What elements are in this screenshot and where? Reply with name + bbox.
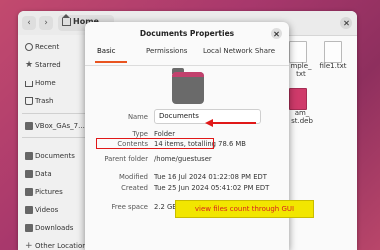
annotation-arrow-head xyxy=(205,119,213,127)
folder-icon xyxy=(25,152,33,160)
window-close-button[interactable] xyxy=(340,17,352,29)
file-label: am_ st.deb xyxy=(291,109,313,125)
parent-folder-label: Parent folder xyxy=(104,155,148,163)
clock-icon xyxy=(25,43,33,51)
trash-icon xyxy=(25,97,33,105)
dialog-close-button[interactable] xyxy=(271,28,282,39)
back-button[interactable]: ‹ xyxy=(22,16,36,30)
folder-icon xyxy=(172,68,204,104)
annotation-note-text: view files count through GUI xyxy=(194,205,295,213)
folder-icon xyxy=(25,224,33,232)
sidebar-item-label: Home xyxy=(35,79,56,87)
folder-icon xyxy=(25,188,33,196)
sidebar-item-label: Documents xyxy=(35,152,75,160)
free-space-label: Free space xyxy=(111,203,148,211)
contents-highlight xyxy=(96,138,214,149)
parent-folder-value: /home/guestuser xyxy=(154,155,212,163)
star-icon: ★ xyxy=(25,60,34,70)
sidebar-item-label: Pictures xyxy=(35,188,63,196)
file-label: file1.txt xyxy=(319,62,347,70)
deb-package-icon[interactable] xyxy=(289,88,307,110)
annotation-note: view files count through GUI xyxy=(175,200,314,218)
sidebar-item-label: Other Locations xyxy=(35,242,91,250)
sidebar-item-label: Videos xyxy=(35,206,59,214)
sidebar-item-label: VBox_GAs_7.... xyxy=(35,122,88,130)
sidebar-divider xyxy=(22,113,94,114)
sidebar-item-label: Trash xyxy=(35,97,54,105)
dialog-title: Documents Properties xyxy=(139,29,235,38)
forward-button[interactable]: › xyxy=(39,16,53,30)
sidebar-item-label: Starred xyxy=(35,61,61,69)
created-value: Tue 25 Jun 2024 05:41:02 PM EDT xyxy=(154,184,270,192)
tab-basic[interactable]: Basic xyxy=(97,47,116,55)
active-tab-indicator xyxy=(95,61,127,63)
modified-value: Tue 16 Jul 2024 01:22:08 PM EDT xyxy=(154,173,267,181)
created-label: Created xyxy=(121,184,148,192)
sidebar-item-label: Downloads xyxy=(35,224,74,232)
tab-local-network-share[interactable]: Local Network Share xyxy=(203,47,275,55)
home-icon xyxy=(25,81,33,87)
type-value: Folder xyxy=(154,130,176,138)
tab-divider xyxy=(85,65,289,66)
sidebar-divider xyxy=(22,137,94,138)
name-label: Name xyxy=(127,113,148,121)
file-label: mple_ txt xyxy=(290,62,312,78)
modified-label: Modified xyxy=(118,173,148,181)
plus-icon: + xyxy=(25,241,33,250)
folder-icon xyxy=(25,206,33,214)
free-space-value: 2.2 GB xyxy=(154,203,177,211)
disc-icon xyxy=(25,122,33,130)
tab-permissions[interactable]: Permissions xyxy=(146,47,187,55)
type-label: Type xyxy=(132,130,148,138)
text-file-icon[interactable] xyxy=(324,41,342,63)
annotation-arrow xyxy=(212,122,256,124)
text-file-icon[interactable] xyxy=(289,41,307,63)
sidebar-item-label: Recent xyxy=(35,43,60,51)
folder-icon xyxy=(25,170,33,178)
home-icon xyxy=(62,14,71,26)
sidebar-item-label: Data xyxy=(35,170,52,178)
